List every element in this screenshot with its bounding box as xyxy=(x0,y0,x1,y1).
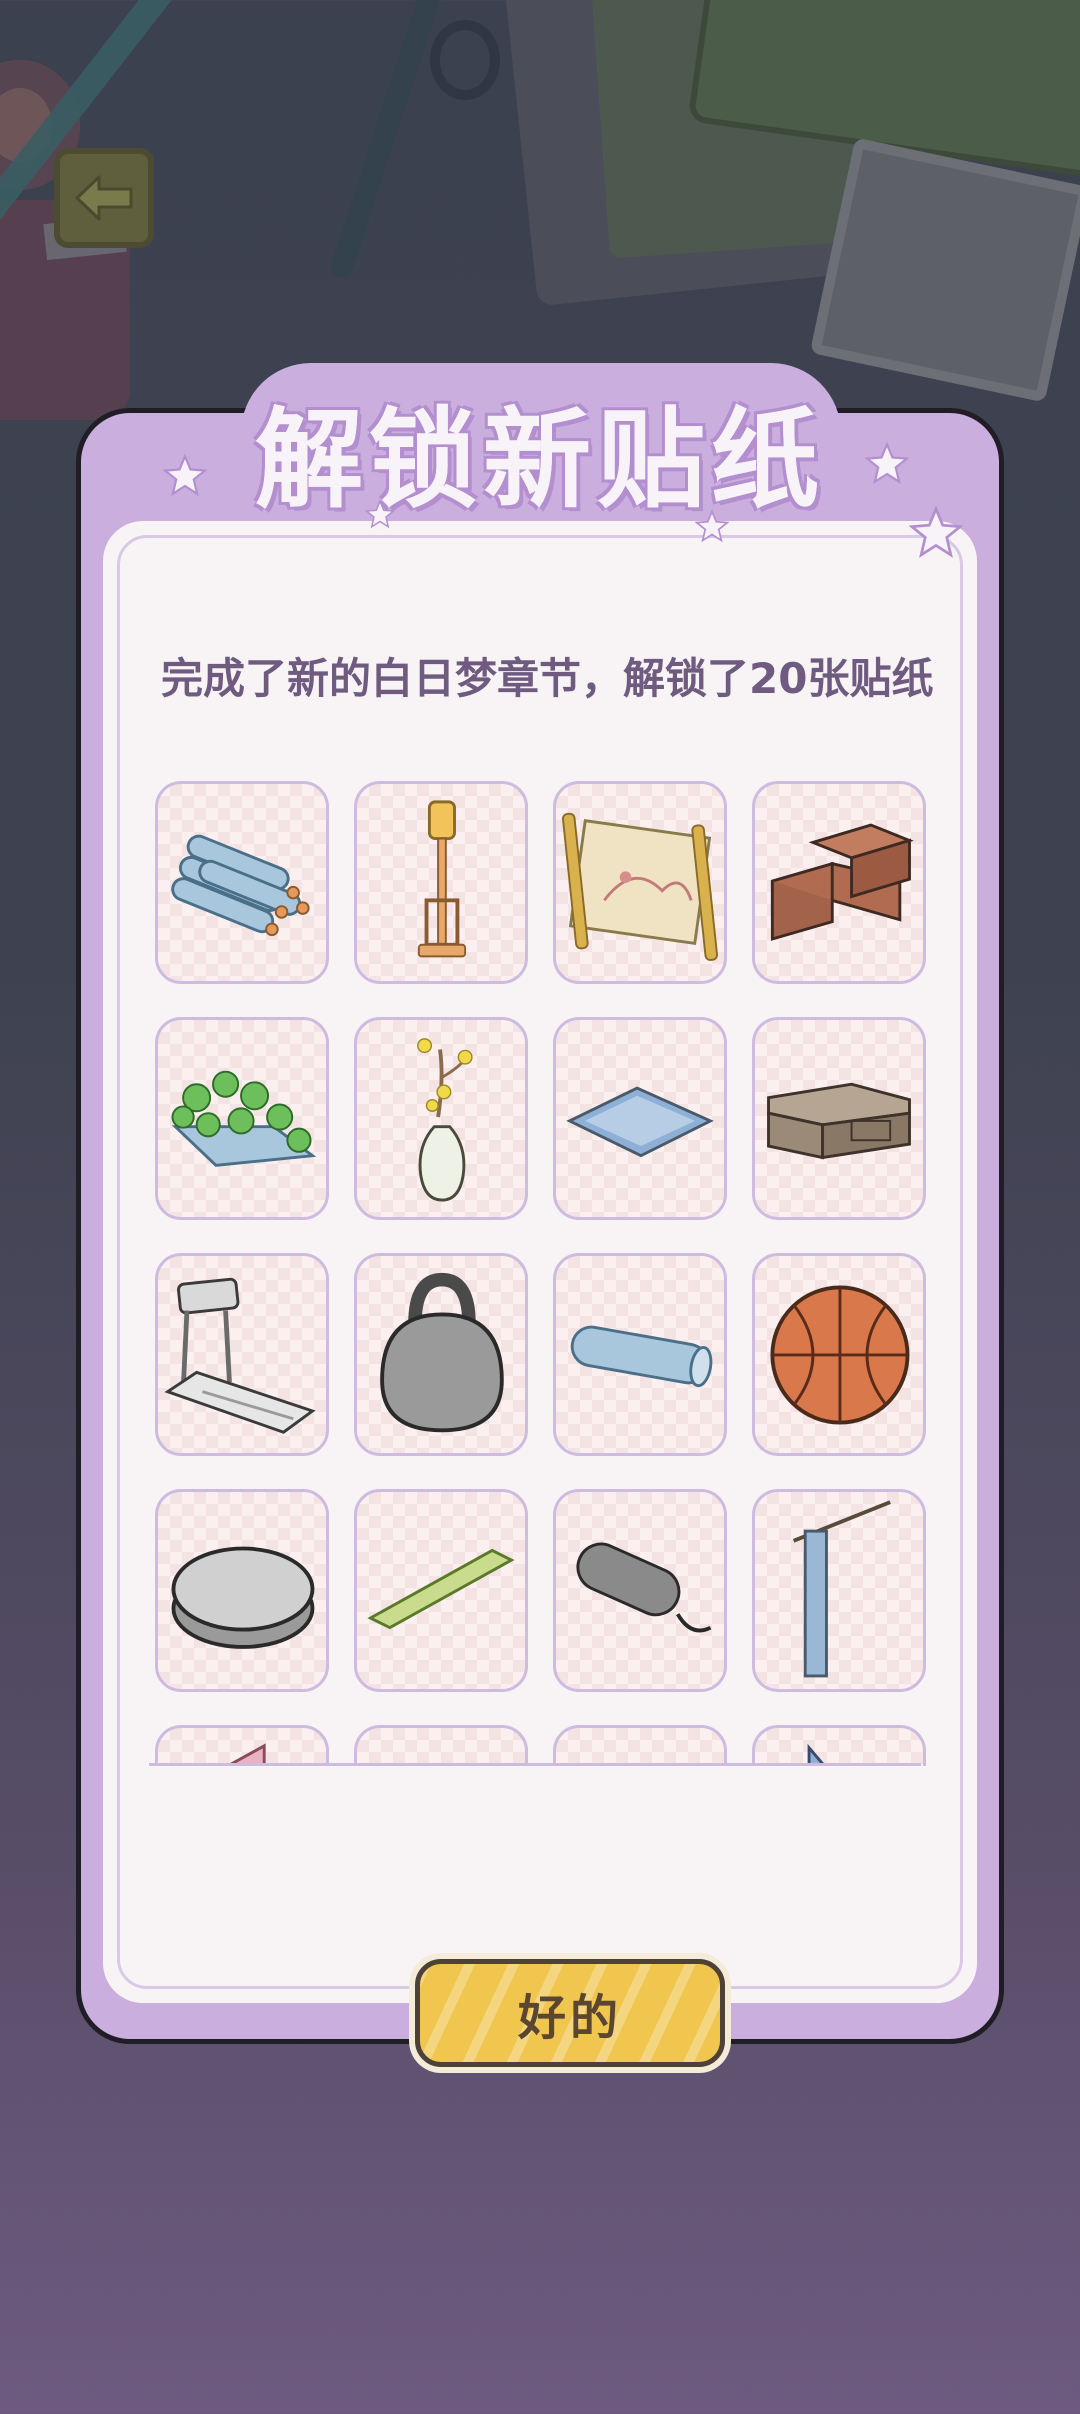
photo-card xyxy=(809,137,1080,403)
grid-divider xyxy=(149,1763,921,1766)
flower-vase-sticker[interactable] xyxy=(354,1017,528,1220)
star-icon xyxy=(365,499,395,529)
star-icon xyxy=(909,505,963,558)
yoga-mat-sticker[interactable] xyxy=(354,1489,528,1692)
floor-lamp-sticker[interactable] xyxy=(354,781,528,984)
sticker-grid-scroll[interactable] xyxy=(155,781,935,1766)
star-icon xyxy=(163,453,207,497)
arrow-left-icon xyxy=(75,175,133,221)
orange-item-2-sticker[interactable] xyxy=(553,1725,727,1766)
blue-item-sticker[interactable] xyxy=(752,1725,926,1766)
corner-desk-sticker[interactable] xyxy=(752,1017,926,1220)
star-icon xyxy=(695,509,729,543)
robot-vacuum-sticker[interactable] xyxy=(155,1489,329,1692)
scissors-handle xyxy=(430,20,500,100)
ok-button-label: 好的 xyxy=(517,1990,622,2046)
basketball-sticker[interactable] xyxy=(752,1253,926,1456)
back-button[interactable] xyxy=(54,148,154,248)
dialog-panel: 完成了新的白日梦章节，解锁了20张贴纸 好的 xyxy=(103,521,977,2067)
massage-roller-sticker[interactable] xyxy=(553,1489,727,1692)
orange-item-sticker[interactable] xyxy=(354,1725,528,1766)
foam-roller-sticker[interactable] xyxy=(553,1253,727,1456)
blue-rug-sticker[interactable] xyxy=(553,1017,727,1220)
wooden-steps-sticker[interactable] xyxy=(752,781,926,984)
treadmill-sticker[interactable] xyxy=(155,1253,329,1456)
scroll-painting-sticker[interactable] xyxy=(553,781,727,984)
ok-button[interactable]: 好的 xyxy=(415,1959,725,2067)
unlock-stickers-dialog: 解锁新贴纸 完成了新的白日梦章节，解锁了20张贴纸 好的 xyxy=(76,363,1004,2067)
sticker-grid xyxy=(155,781,935,1766)
lily-pad-planter-sticker[interactable] xyxy=(155,1017,329,1220)
dialog-title: 解锁新贴纸 xyxy=(254,398,825,523)
kettlebell-sticker[interactable] xyxy=(354,1253,528,1456)
star-icon xyxy=(865,441,909,485)
pink-item-sticker[interactable] xyxy=(155,1725,329,1766)
unlock-description: 完成了新的白日梦章节，解锁了20张贴纸 xyxy=(161,654,934,703)
rolled-mats-sticker[interactable] xyxy=(155,781,329,984)
hanging-banner-sticker[interactable] xyxy=(752,1489,926,1692)
